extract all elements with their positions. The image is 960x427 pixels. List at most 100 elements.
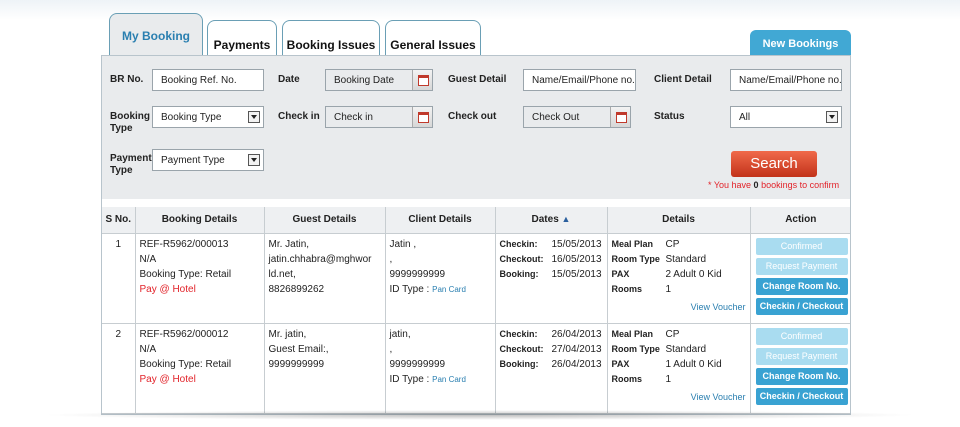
guest-line: ld.net, <box>268 268 296 280</box>
search-button[interactable]: Search <box>731 151 817 177</box>
id-type-label: ID Type : <box>389 283 430 295</box>
calendar-icon[interactable] <box>412 70 432 90</box>
id-type-link[interactable]: Pan Card <box>432 375 466 384</box>
booking-type-label: Booking Type <box>110 111 150 135</box>
payment-type-select[interactable]: Payment Type <box>152 149 264 171</box>
status-label: Status <box>654 111 685 122</box>
id-type-label: ID Type : <box>389 373 430 385</box>
client-details-cell: jatin, , 9999999999 ID Type : Pan Card <box>385 323 496 414</box>
booking-type: Booking Type: Retail <box>139 358 232 370</box>
client-line: Jatin , <box>389 238 417 250</box>
booking-na: N/A <box>139 343 157 355</box>
col-guest-details: Guest Details <box>264 207 386 234</box>
client-line: , <box>389 253 393 265</box>
chevron-down-icon[interactable] <box>248 111 260 123</box>
payment-type-value: Payment Type <box>161 155 225 166</box>
checkin-date: 15/05/2013 <box>551 238 602 250</box>
checkin-label: Checkin: <box>499 328 538 339</box>
change-room-button[interactable]: Change Room No. <box>755 277 848 295</box>
id-type-link[interactable]: Pan Card <box>432 285 466 294</box>
guest-detail-label: Guest Detail <box>448 74 507 85</box>
guest-line: jatin.chhabra@mghwor <box>268 253 372 265</box>
status-select[interactable]: All <box>730 106 842 128</box>
table-row: 2 REF-R5962/000012 N/A Booking Type: Ret… <box>102 323 850 414</box>
view-voucher-link[interactable]: View Voucher <box>691 300 746 315</box>
booking-type-value: Booking Type <box>161 112 222 123</box>
request-payment-button[interactable]: Request Payment <box>755 257 848 275</box>
checkin-checkout-button[interactable]: Checkin / Checkout <box>755 387 848 405</box>
guest-detail-input[interactable]: Name/Email/Phone no. <box>523 69 636 91</box>
booking-date-text: Booking Date <box>334 75 395 86</box>
col-sno: S No. <box>102 207 136 234</box>
booking-date-input[interactable]: Booking Date <box>325 69 433 91</box>
change-room-button[interactable]: Change Room No. <box>755 367 848 385</box>
checkin-checkout-button[interactable]: Checkin / Checkout <box>755 297 848 315</box>
col-action: Action <box>750 207 850 234</box>
triangle-up-icon[interactable]: ▲ <box>562 214 571 224</box>
action-cell: Confirmed Request Payment Change Room No… <box>750 323 850 414</box>
rooms-label: Rooms <box>611 373 643 384</box>
dates-header-label: Dates <box>531 214 559 226</box>
checkout-label: Checkout: <box>499 253 544 264</box>
payment-type-label: Payment Type <box>110 153 152 177</box>
col-details: Details <box>607 207 751 234</box>
row-sno: 1 <box>102 233 136 324</box>
note-suffix: bookings to confirm <box>758 180 840 190</box>
action-cell: Confirmed Request Payment Change Room No… <box>750 233 850 324</box>
checkin-date: 26/04/2013 <box>551 328 602 340</box>
pax-label: PAX <box>611 358 630 369</box>
checkout-date: 16/05/2013 <box>551 253 602 265</box>
client-detail-input[interactable]: Name/Email/Phone no. <box>730 69 842 91</box>
details-cell: Meal Plan CP Room Type Standard PAX 2 Adult… <box>607 233 751 324</box>
room-type: Standard <box>665 253 707 265</box>
col-dates[interactable]: Dates ▲ <box>495 207 608 234</box>
tab-payments[interactable]: Payments <box>207 20 277 56</box>
check-out-text: Check Out <box>532 112 580 123</box>
checkout-label: Checkout: <box>499 343 544 354</box>
booking-panel: BR No. Booking Ref. No. Date Booking Dat… <box>101 55 851 415</box>
meal-plan: CP <box>665 328 680 340</box>
pax-label: PAX <box>611 268 630 279</box>
check-out-label: Check out <box>448 111 497 122</box>
dates-cell: Checkin: 15/05/2013 Checkout: 16/05/2013 B… <box>495 233 608 324</box>
client-line: jatin, <box>389 328 411 340</box>
calendar-icon[interactable] <box>412 107 432 127</box>
booking-ref: REF-R5962/000012 <box>139 328 229 340</box>
check-out-input[interactable]: Check Out <box>523 106 631 128</box>
chevron-down-icon[interactable] <box>826 111 838 123</box>
col-client-details: Client Details <box>385 207 496 234</box>
rooms: 1 <box>665 373 672 385</box>
check-in-input[interactable]: Check in <box>325 106 433 128</box>
new-bookings-tab[interactable]: New Bookings <box>750 30 851 56</box>
booking-type: Booking Type: Retail <box>139 268 232 280</box>
confirmed-button[interactable]: Confirmed <box>755 327 848 345</box>
pay-at-hotel: Pay @ Hotel <box>139 373 196 385</box>
room-type-label: Room Type <box>611 343 660 354</box>
filter-area: BR No. Booking Ref. No. Date Booking Dat… <box>102 56 850 199</box>
booking-date-label: Booking: <box>499 358 539 369</box>
booking-date: 26/04/2013 <box>551 358 602 370</box>
table-header-row: S No. Booking Details Guest Details Clie… <box>102 207 850 234</box>
client-line: , <box>389 343 393 355</box>
date-label: Date <box>278 74 300 85</box>
tab-my-booking[interactable]: My Booking <box>109 13 203 56</box>
bookings-to-confirm-note: * You have 0 bookings to confirm <box>708 180 839 190</box>
booking-type-label-line1: Booking <box>110 111 150 122</box>
calendar-icon[interactable] <box>610 107 630 127</box>
view-voucher-link[interactable]: View Voucher <box>691 390 746 405</box>
request-payment-button[interactable]: Request Payment <box>755 347 848 365</box>
chevron-down-icon[interactable] <box>248 154 260 166</box>
br-no-input[interactable]: Booking Ref. No. <box>152 69 264 91</box>
checkout-date: 27/04/2013 <box>551 343 602 355</box>
booking-date: 15/05/2013 <box>551 268 602 280</box>
tab-general-issues[interactable]: General Issues <box>385 20 481 56</box>
booking-type-select[interactable]: Booking Type <box>152 106 264 128</box>
payment-type-label-line1: Payment <box>110 153 152 164</box>
checkin-label: Checkin: <box>499 238 538 249</box>
id-type: ID Type : Pan Card <box>390 372 491 387</box>
confirmed-button[interactable]: Confirmed <box>755 237 848 255</box>
pay-at-hotel: Pay @ Hotel <box>139 283 196 295</box>
tab-booking-issues[interactable]: Booking Issues <box>282 20 380 56</box>
row-sno: 2 <box>102 323 136 414</box>
booking-na: N/A <box>139 253 157 265</box>
